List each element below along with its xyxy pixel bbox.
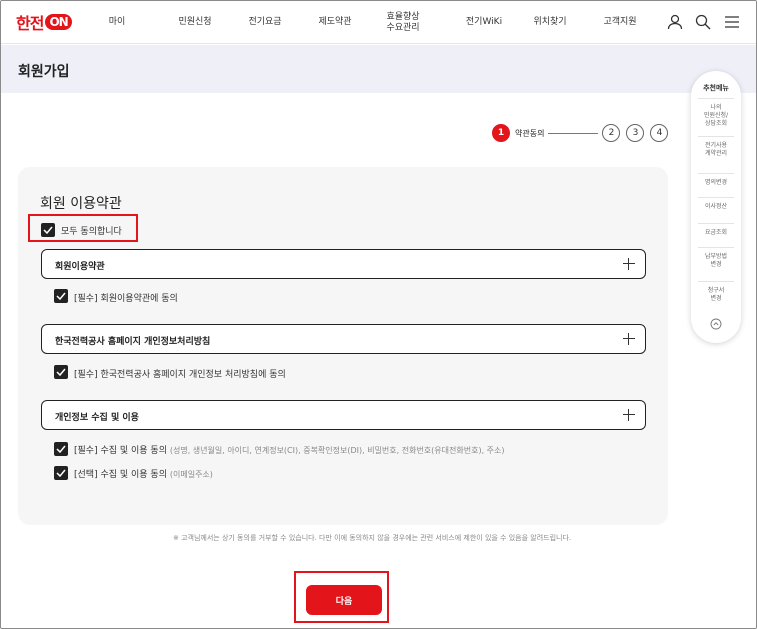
checkbox-member-terms[interactable] [54, 289, 68, 303]
step-4-circle: 4 [650, 124, 669, 142]
side-menu-bill-change[interactable]: 청구서 변경 [698, 281, 734, 303]
nav-item-civil[interactable]: 민원신청 [171, 1, 219, 44]
expand-plus-icon[interactable] [623, 409, 635, 421]
scroll-top-icon[interactable] [710, 318, 722, 330]
recommended-menu: 추천메뉴 나의 민원신청/ 상담조회 전기사용 계약관리 명의변경 이사정산 요… [691, 71, 741, 343]
browser-frame: 한전 ON 마이 민원신청 전기요금 제도약관 효율향상 수요관리 전기WiKi… [0, 0, 757, 629]
nav-item-charges[interactable]: 전기요금 [241, 1, 289, 44]
accordion-title: 회원이용약관 [55, 262, 105, 272]
top-header: 한전 ON 마이 민원신청 전기요금 제도약관 효율향상 수요관리 전기WiKi… [1, 1, 756, 44]
accordion-privacy-policy[interactable]: 한국전력공사 홈페이지 개인정보처리방침 [41, 324, 646, 354]
side-menu-moving[interactable]: 이사정산 [698, 197, 734, 211]
consent-label-detail: (이메일주소) [169, 470, 213, 479]
logo-text: 한전 [16, 14, 44, 33]
next-button[interactable]: 다음 [306, 585, 382, 615]
accordion-member-terms[interactable]: 회원이용약관 [41, 249, 646, 279]
step-1-circle: 1 [492, 124, 510, 142]
side-menu-contract[interactable]: 전기사용 계약관리 [698, 136, 734, 158]
checkbox-personal-info-optional[interactable] [54, 466, 68, 480]
check-icon [56, 292, 66, 300]
search-icon[interactable] [694, 13, 712, 31]
privacy-policy-consent-label[interactable]: [필수] 한국전력공사 홈페이지 개인정보 처리방침에 동의 [74, 367, 286, 380]
check-icon [56, 445, 66, 453]
accordion-title: 개인정보 수집 및 이용 [55, 413, 139, 423]
logo-on-badge: ON [45, 14, 72, 30]
nav-item-support[interactable]: 고객지원 [596, 1, 644, 44]
step-1-label: 약관동의 [515, 128, 545, 138]
member-terms-consent-label[interactable]: [필수] 회원이용약관에 동의 [74, 291, 178, 304]
side-menu-payment-method[interactable]: 납부방법 변경 [698, 247, 734, 269]
step-3-circle: 3 [626, 124, 645, 142]
nav-item-my[interactable]: 마이 [101, 1, 133, 44]
site-logo[interactable]: 한전 ON [16, 11, 72, 33]
accordion-title: 한국전력공사 홈페이지 개인정보처리방침 [55, 337, 211, 347]
personal-info-optional-label[interactable]: [선택] 수집 및 이용 동의 (이메일주소) [74, 467, 213, 480]
page-title: 회원가입 [18, 64, 70, 80]
user-icon[interactable] [666, 13, 684, 31]
nav-item-efficiency[interactable]: 효율향상 수요관리 [379, 1, 427, 44]
consent-label-text: [선택] 수집 및 이용 동의 [74, 470, 167, 480]
page-title-band [1, 45, 756, 93]
nav-item-location[interactable]: 위치찾기 [526, 1, 574, 44]
check-icon [56, 469, 66, 477]
agree-all-label[interactable]: 모두 동의합니다 [61, 224, 122, 237]
check-icon [43, 226, 53, 234]
step-connector [548, 132, 599, 134]
side-menu-name-change[interactable]: 명의변경 [698, 173, 734, 187]
personal-info-required-label[interactable]: [필수] 수집 및 이용 동의 (성명, 생년월일, 아이디, 연계정보(CI)… [74, 443, 505, 456]
step-indicator: 1 약관동의 2 3 4 [492, 124, 669, 142]
step-2-circle: 2 [602, 124, 621, 142]
side-menu-bill-inquiry[interactable]: 요금조회 [698, 223, 734, 237]
agree-all-checkbox[interactable] [41, 223, 55, 237]
recommended-menu-title: 추천메뉴 [703, 84, 729, 92]
nav-item-wiki[interactable]: 전기WiKi [457, 1, 511, 44]
checkbox-privacy-policy[interactable] [54, 365, 68, 379]
checkbox-personal-info-required[interactable] [54, 442, 68, 456]
check-icon [56, 368, 66, 376]
menu-icon[interactable] [723, 13, 741, 31]
expand-plus-icon[interactable] [623, 258, 635, 270]
consent-label-detail: (성명, 생년월일, 아이디, 연계정보(CI), 중복확인정보(DI), 비밀… [169, 446, 505, 455]
expand-plus-icon[interactable] [623, 333, 635, 345]
terms-title: 회원 이용약관 [40, 196, 122, 212]
consent-label-text: [필수] 수집 및 이용 동의 [74, 446, 167, 456]
nav-item-terms[interactable]: 제도약관 [311, 1, 359, 44]
side-menu-my-civil[interactable]: 나의 민원신청/ 상담조회 [698, 98, 734, 128]
consent-notice: ※ 고객님께서는 상기 동의를 거부할 수 있습니다. 다만 이에 동의하지 않… [173, 534, 572, 542]
accordion-personal-info[interactable]: 개인정보 수집 및 이용 [41, 400, 646, 430]
